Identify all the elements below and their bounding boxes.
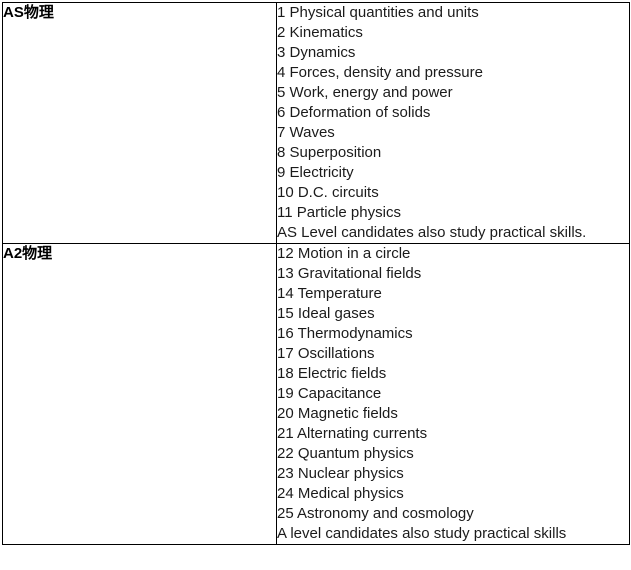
list-item: 4 Forces, density and pressure <box>277 64 483 81</box>
list-item: 22 Quantum physics <box>277 445 414 462</box>
list-item: 3 Dynamics <box>277 44 356 61</box>
list-item: 12 Motion in a circle <box>277 245 411 262</box>
list-item: 8 Superposition <box>277 144 382 161</box>
table-row: A2物理 12 Motion in a circle 13 Gravitatio… <box>2 243 630 545</box>
syllabus-table: AS物理 1 Physical quantities and units 2 K… <box>2 2 630 545</box>
list-item: 21 Alternating currents <box>277 425 428 442</box>
list-item: 20 Magnetic fields <box>277 405 398 422</box>
syllabus-table-body: AS物理 1 Physical quantities and units 2 K… <box>2 2 630 545</box>
list-item: 7 Waves <box>277 124 335 141</box>
a2-level-topic-list: 12 Motion in a circle 13 Gravitational f… <box>277 244 629 544</box>
list-item: 23 Nuclear physics <box>277 465 404 482</box>
list-item: 14 Temperature <box>277 285 382 302</box>
list-item: 6 Deformation of solids <box>277 104 431 121</box>
as-level-label: AS物理 <box>3 4 54 21</box>
list-item: 19 Capacitance <box>277 385 382 402</box>
a2-level-label: A2物理 <box>3 245 53 262</box>
list-item: 2 Kinematics <box>277 24 363 41</box>
list-item: 18 Electric fields <box>277 365 387 382</box>
list-item: 16 Thermodynamics <box>277 325 413 342</box>
a2-level-topics-cell: 12 Motion in a circle 13 Gravitational f… <box>276 243 630 545</box>
list-item: 10 D.C. circuits <box>277 184 379 201</box>
list-item: 1 Physical quantities and units <box>277 4 479 21</box>
list-item: 9 Electricity <box>277 164 354 181</box>
syllabus-table-container: AS物理 1 Physical quantities and units 2 K… <box>0 0 631 570</box>
list-item: 15 Ideal gases <box>277 305 375 322</box>
as-level-topic-list: 1 Physical quantities and units 2 Kinema… <box>277 3 629 243</box>
table-row: AS物理 1 Physical quantities and units 2 K… <box>2 2 630 244</box>
list-item: 13 Gravitational fields <box>277 265 422 282</box>
as-level-topics-cell: 1 Physical quantities and units 2 Kinema… <box>276 2 630 244</box>
list-item: 17 Oscillations <box>277 345 375 362</box>
as-level-practical-skills-note: AS Level candidates also study practical… <box>277 224 587 241</box>
a2-level-label-cell: A2物理 <box>2 243 277 545</box>
a2-level-practical-skills-note: A level candidates also study practical … <box>277 525 567 542</box>
list-item: 25 Astronomy and cosmology <box>277 505 474 522</box>
list-item: 24 Medical physics <box>277 485 404 502</box>
list-item: 5 Work, energy and power <box>277 84 453 101</box>
list-item: 11 Particle physics <box>277 204 401 221</box>
as-level-label-cell: AS物理 <box>2 2 277 244</box>
